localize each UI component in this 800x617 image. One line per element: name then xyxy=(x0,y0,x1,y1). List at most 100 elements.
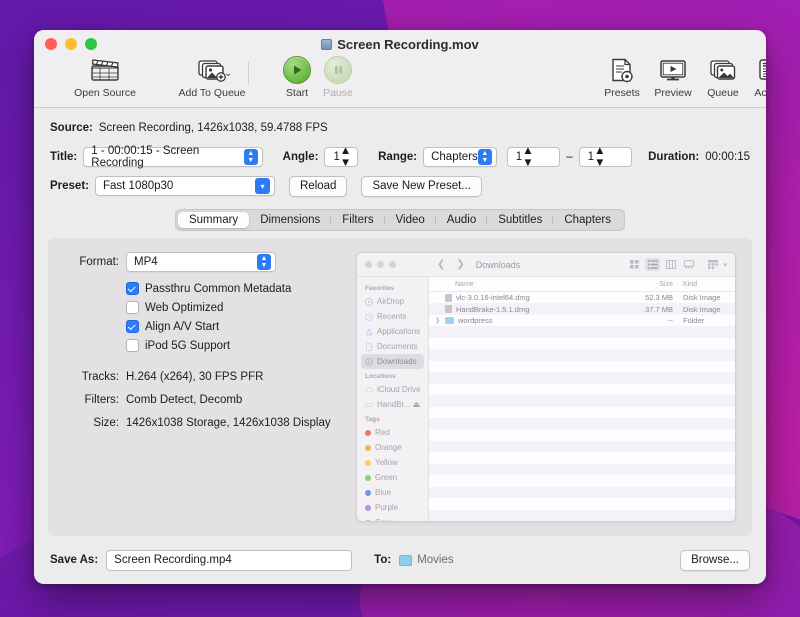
stepper-arrows-icon[interactable]: ▲ ▼ xyxy=(340,145,351,169)
sidebar-tag-gray[interactable]: Gray xyxy=(357,515,428,521)
range-start-stepper[interactable]: 1 ▲ ▼ xyxy=(506,145,561,169)
title-row: Title: 1 - 00:00:15 - Screen Recording ▲… xyxy=(50,145,750,169)
tab-subtitles[interactable]: Subtitles xyxy=(487,212,554,228)
chevron-down-icon[interactable]: ▾ xyxy=(723,261,727,269)
tab-filters-label: Filters xyxy=(342,214,374,226)
finder-window-controls[interactable] xyxy=(357,261,429,268)
file-name: wordpress xyxy=(458,316,493,326)
chevron-updown-icon: ▲ ▼ xyxy=(257,254,271,270)
table-row[interactable]: ❯ wordpress -- Folder xyxy=(429,315,735,326)
filters-row: Filters: Comb Detect, Decomb xyxy=(64,394,344,406)
finder-nav[interactable]: ❮ ❯ xyxy=(429,259,465,270)
empty-row xyxy=(429,463,735,476)
save-new-preset-button[interactable]: Save New Preset... xyxy=(361,175,482,197)
folder-icon xyxy=(445,317,454,325)
checkbox-passthru-common-metadata[interactable]: Passthru Common Metadata xyxy=(126,279,344,298)
table-row[interactable]: HandBrake-1.5.1.dmg 37.7 MB Disk Image xyxy=(429,303,735,315)
pause-button[interactable]: Pause xyxy=(301,56,375,99)
sidebar-item-recents-label: Recents xyxy=(377,312,407,321)
format-value: MP4 xyxy=(134,256,158,268)
tab-audio-label: Audio xyxy=(446,214,477,226)
sidebar-item-icloud-drive[interactable]: iCloud Drive xyxy=(357,382,428,397)
sidebar-item-applications-label: Applications xyxy=(377,327,421,336)
chevron-down-icon[interactable]: ⌄ xyxy=(224,68,232,79)
dmg-icon xyxy=(445,305,452,314)
sidebar-tag-purple[interactable]: Purple xyxy=(357,500,428,515)
destination-folder[interactable]: Movies xyxy=(399,554,454,566)
source-value: Screen Recording, 1426x1038, 59.4788 FPS xyxy=(98,122,328,134)
checkbox-align-av-start[interactable]: Align A/V Start xyxy=(126,317,344,336)
tab-dimensions[interactable]: Dimensions xyxy=(249,212,332,228)
chevron-right-icon[interactable]: ❯ xyxy=(456,259,464,270)
sidebar-tag-green[interactable]: Green xyxy=(357,470,428,485)
column-header-name[interactable]: Name xyxy=(429,281,619,288)
table-row[interactable]: vlc-3.0.16-intel64.dmg 52.3 MB Disk Imag… xyxy=(429,292,735,303)
empty-row xyxy=(429,372,735,384)
finder-view-toggles[interactable]: ▾ xyxy=(627,258,735,271)
empty-row xyxy=(429,417,735,430)
finder-toolbar: ❮ ❯ Downloads ▾ xyxy=(357,253,735,277)
tab-video[interactable]: Video xyxy=(385,212,437,228)
open-source-button[interactable]: Open Source xyxy=(68,56,142,99)
disclosure-triangle-icon[interactable]: ❯ xyxy=(435,317,441,324)
tab-dimensions-label: Dimensions xyxy=(260,214,321,226)
range-type-dropdown[interactable]: Chapters ▲ ▼ xyxy=(423,147,497,167)
title-label: Title: xyxy=(50,151,78,163)
reload-button[interactable]: Reload xyxy=(289,175,348,197)
title-dropdown[interactable]: 1 - 00:00:15 - Screen Recording ▲ ▼ xyxy=(83,145,263,169)
sidebar-tag-orange[interactable]: Orange xyxy=(357,440,428,455)
range-end-stepper[interactable]: 1 ▲ ▼ xyxy=(578,145,633,169)
sidebar-tag-blue[interactable]: Blue xyxy=(357,485,428,500)
column-view-icon[interactable] xyxy=(663,258,678,271)
preset-dropdown[interactable]: Fast 1080p30 ▾ xyxy=(95,176,275,196)
sidebar-item-downloads[interactable]: Downloads xyxy=(361,354,424,369)
movie-document-icon xyxy=(321,39,333,50)
finder-minimize-button[interactable] xyxy=(377,261,384,268)
icon-view-icon[interactable] xyxy=(627,258,642,271)
tab-summary[interactable]: Summary xyxy=(177,212,250,228)
column-header-size[interactable]: Size xyxy=(619,281,673,288)
sidebar-item-airdrop[interactable]: AirDrop xyxy=(357,294,428,309)
tab-audio[interactable]: Audio xyxy=(436,212,488,228)
checkbox-web-optimized[interactable]: Web Optimized xyxy=(126,298,344,317)
gallery-view-icon[interactable] xyxy=(681,258,696,271)
column-header-kind[interactable]: Kind xyxy=(673,281,735,288)
stepper-arrows-icon[interactable]: ▲ ▼ xyxy=(522,145,533,169)
sidebar-item-applications[interactable]: Applications xyxy=(357,324,428,339)
tag-dot-icon xyxy=(365,504,371,511)
checkbox-ipod-5g-support[interactable]: iPod 5G Support xyxy=(126,336,344,355)
sidebar-item-recents[interactable]: Recents xyxy=(357,309,428,324)
finder-close-button[interactable] xyxy=(365,261,372,268)
size-label: Size: xyxy=(93,417,119,429)
chevron-updown-icon: ▲ ▼ xyxy=(477,149,492,165)
browse-button[interactable]: Browse... xyxy=(680,549,750,571)
size-row: Size: 1426x1038 Storage, 1426x1038 Displ… xyxy=(64,417,344,429)
finder-zoom-button[interactable] xyxy=(389,261,396,268)
sidebar-tag-red[interactable]: Red xyxy=(357,425,428,440)
file-kind: Disk Image xyxy=(683,293,721,303)
group-by-icon[interactable] xyxy=(705,258,720,271)
activity-log-icon xyxy=(758,56,766,84)
clock-icon xyxy=(365,312,373,321)
list-view-icon[interactable] xyxy=(645,258,661,271)
sidebar-section-locations: Locations xyxy=(365,373,396,380)
format-options: Passthru Common Metadata Web Optimized A… xyxy=(126,279,344,355)
tab-group[interactable]: Summary Dimensions Filters Video Audio S… xyxy=(174,209,625,231)
browse-label: Browse... xyxy=(691,554,739,566)
sidebar-item-documents[interactable]: Documents xyxy=(357,339,428,354)
empty-row xyxy=(429,407,735,418)
tab-chapters[interactable]: Chapters xyxy=(553,212,622,228)
angle-stepper[interactable]: 1 ▲ ▼ xyxy=(324,145,359,169)
sidebar-tag-yellow[interactable]: Yellow xyxy=(357,455,428,470)
sidebar-tag-green-label: Green xyxy=(375,473,398,482)
chevron-left-icon[interactable]: ❮ xyxy=(437,259,445,270)
summary-panel: Format: MP4 ▲ ▼ Passthru Common Metadata … xyxy=(48,238,752,536)
add-to-queue-button[interactable]: Add To Queue xyxy=(175,56,249,99)
format-dropdown[interactable]: MP4 ▲ ▼ xyxy=(126,252,276,272)
stepper-arrows-icon[interactable]: ▲ ▼ xyxy=(594,145,605,169)
save-as-input[interactable]: Screen Recording.mp4 xyxy=(106,549,353,571)
activity-button[interactable]: Activity xyxy=(734,56,766,99)
source-label: Source: xyxy=(50,122,93,134)
tab-filters[interactable]: Filters xyxy=(331,212,385,228)
sidebar-item-handbrake-disk[interactable]: HandBr... ⏏ xyxy=(357,397,428,412)
